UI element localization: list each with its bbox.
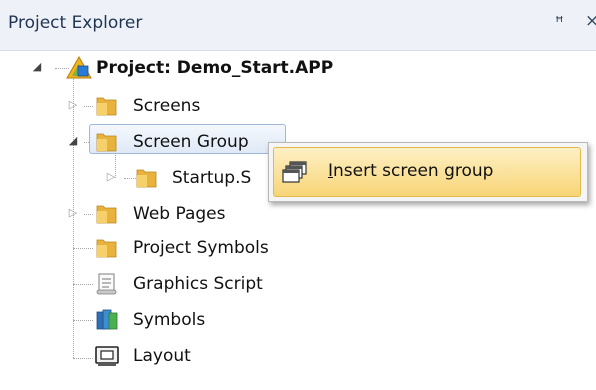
folder-icon [134, 166, 160, 190]
expand-toggle-icon[interactable]: ▷ [104, 170, 118, 184]
symbols-icon [94, 308, 120, 332]
folder-icon [94, 94, 120, 118]
tree-item-label: Project Symbols [133, 238, 269, 258]
tree-item-label: Screen Group [133, 132, 249, 152]
tree-item-label: Screens [133, 96, 201, 116]
tree-item-label: Graphics Script [133, 274, 263, 294]
expand-toggle-icon[interactable]: ▷ [66, 98, 80, 112]
project-icon [66, 55, 92, 80]
tree-item-screens[interactable]: ▷ Screens [0, 90, 596, 122]
tree-item-symbols[interactable]: Symbols [0, 304, 596, 336]
tree-item-label: Layout [133, 346, 191, 366]
tree-item-label: Project: Demo_Start.APP [96, 58, 334, 78]
expand-toggle-icon[interactable]: ◢ [66, 134, 80, 148]
script-icon [94, 272, 120, 296]
close-icon[interactable]: × [585, 11, 596, 31]
context-menu: Insert screen group [268, 142, 588, 202]
panel-title: Project Explorer [8, 13, 143, 33]
expand-toggle-icon[interactable]: ▷ [66, 206, 80, 220]
panel-header: Project Explorer ꟸ × [0, 0, 596, 51]
tree-item-project-root[interactable]: ◢ Project: Demo_Start.APP [0, 52, 596, 84]
project-tree: ◢ Project: Demo_Start.APP ▷ Screens ◢ Sc… [0, 50, 596, 390]
folder-icon [94, 130, 120, 154]
tree-item-label: Symbols [133, 310, 206, 330]
tree-item-graphics-script[interactable]: Graphics Script [0, 268, 596, 300]
folder-icon [94, 236, 120, 260]
tree-item-web-pages[interactable]: ▷ Web Pages [0, 198, 596, 230]
menu-item-insert-screen-group[interactable]: Insert screen group [273, 147, 581, 197]
tree-item-label: Web Pages [133, 204, 226, 224]
layout-icon [94, 344, 120, 368]
pin-icon[interactable]: ꟸ [555, 13, 564, 31]
folder-icon [94, 202, 120, 226]
tree-item-label: Startup.S [172, 168, 252, 188]
expand-toggle-icon[interactable]: ◢ [30, 60, 44, 74]
menu-item-label: Insert screen group [328, 161, 494, 181]
tree-item-project-symbols[interactable]: Project Symbols [0, 232, 596, 264]
windows-stack-icon [282, 160, 308, 184]
tree-item-layout[interactable]: Layout [0, 340, 596, 372]
